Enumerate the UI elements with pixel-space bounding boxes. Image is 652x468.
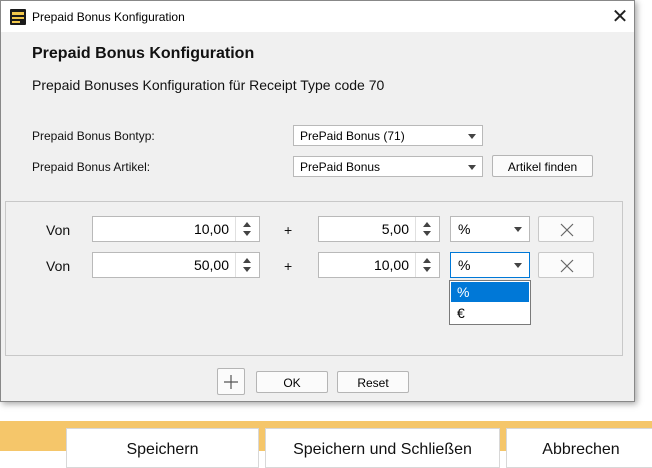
spinner-buttons[interactable] <box>235 217 259 241</box>
chevron-down-icon <box>468 134 476 139</box>
artikel-value: PrePaid Bonus <box>300 160 381 174</box>
rule-unit-value: % <box>458 257 471 273</box>
unit-option-euro[interactable]: € <box>451 303 529 323</box>
rule-unit-value: % <box>458 221 471 237</box>
find-article-button[interactable]: Artikel finden <box>492 155 593 177</box>
cancel-button-bg[interactable]: Abbrechen <box>506 428 652 468</box>
rule-unit-select-open[interactable]: % <box>450 252 530 278</box>
plus-sign: + <box>284 222 293 238</box>
x-icon <box>560 259 574 273</box>
plus-sign: + <box>284 258 293 274</box>
rule-from-value: 50,00 <box>193 257 229 273</box>
window-title: Prepaid Bonus Konfiguration <box>32 10 185 24</box>
arrow-down-icon[interactable] <box>423 231 431 236</box>
save-button-bg[interactable]: Speichern <box>66 428 259 468</box>
spinner-buttons[interactable] <box>235 253 259 277</box>
rule-bonus-value: 10,00 <box>373 257 409 273</box>
delete-rule-button[interactable] <box>538 216 594 242</box>
arrow-down-icon[interactable] <box>243 231 251 236</box>
prepaid-bonus-dialog: Prepaid Bonus Konfiguration ✕ Prepaid Bo… <box>0 0 635 402</box>
rule-bonus-value: 5,00 <box>381 221 409 237</box>
save-and-close-button-bg[interactable]: Speichern und Schließen <box>265 428 500 468</box>
close-icon[interactable]: ✕ <box>605 3 635 31</box>
x-icon <box>560 223 574 237</box>
bontyp-select[interactable]: PrePaid Bonus (71) <box>293 125 483 146</box>
unit-dropdown-list: % € <box>449 280 531 325</box>
bontyp-value: PrePaid Bonus (71) <box>300 129 405 143</box>
rule-from-label: Von <box>46 222 71 238</box>
arrow-down-icon[interactable] <box>243 267 251 272</box>
rule-unit-select[interactable]: % <box>450 216 530 242</box>
rule-from-value: 10,00 <box>193 221 229 237</box>
spinner-buttons[interactable] <box>415 217 439 241</box>
rule-bonus-spinner[interactable]: 10,00 <box>318 252 440 278</box>
rule-from-label: Von <box>46 258 71 274</box>
dialog-subtitle: Prepaid Bonuses Konfiguration für Receip… <box>32 77 385 93</box>
unit-option-percent[interactable]: % <box>451 282 529 302</box>
artikel-label: Prepaid Bonus Artikel: <box>32 160 151 174</box>
rule-bonus-spinner[interactable]: 5,00 <box>318 216 440 242</box>
reset-button[interactable]: Reset <box>337 371 409 393</box>
dialog-heading: Prepaid Bonus Konfiguration <box>32 45 255 62</box>
spinner-buttons[interactable] <box>415 253 439 277</box>
chevron-down-icon <box>514 263 522 268</box>
plus-icon <box>224 375 238 389</box>
arrow-up-icon[interactable] <box>243 258 251 263</box>
arrow-up-icon[interactable] <box>423 222 431 227</box>
title-bar: Prepaid Bonus Konfiguration ✕ <box>1 1 634 32</box>
bontyp-label: Prepaid Bonus Bontyp: <box>32 129 155 143</box>
arrow-up-icon[interactable] <box>423 258 431 263</box>
delete-rule-button[interactable] <box>538 252 594 278</box>
rule-from-spinner[interactable]: 10,00 <box>92 216 260 242</box>
artikel-select[interactable]: PrePaid Bonus <box>293 156 483 177</box>
chevron-down-icon <box>514 227 522 232</box>
add-rule-button[interactable] <box>217 368 245 395</box>
arrow-down-icon[interactable] <box>423 267 431 272</box>
arrow-up-icon[interactable] <box>243 222 251 227</box>
app-logo-icon <box>10 9 26 25</box>
chevron-down-icon <box>468 165 476 170</box>
ok-button[interactable]: OK <box>256 371 328 393</box>
rule-from-spinner[interactable]: 50,00 <box>92 252 260 278</box>
